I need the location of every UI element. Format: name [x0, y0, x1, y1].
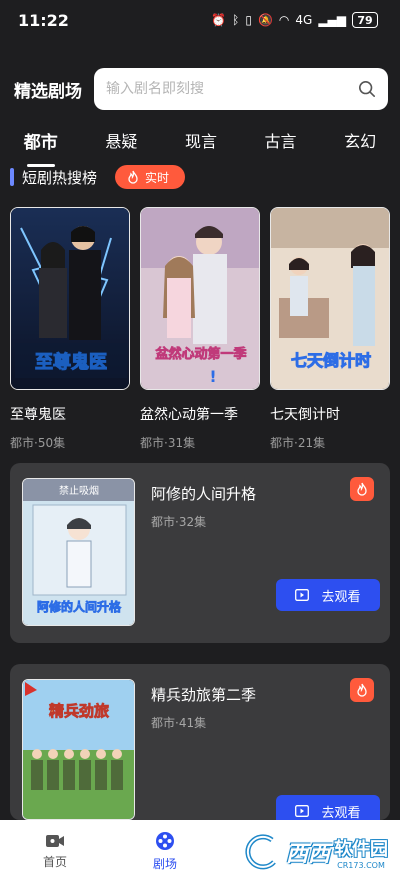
video-camera-icon [46, 834, 64, 847]
flame-icon [357, 683, 367, 697]
tab-guyan[interactable]: 古言 [259, 120, 303, 160]
watermark-logo-icon [245, 834, 276, 870]
tab-xuanyi[interactable]: 悬疑 [99, 120, 143, 160]
poster-title-text: 阿修的人间升格 [37, 599, 122, 614]
status-time: 11:22 [18, 10, 69, 30]
nav-item-home[interactable]: 首页 [0, 833, 110, 870]
page-title: 精选剧场 [14, 81, 82, 102]
category-tabs: 都市 悬疑 现言 古言 玄幻 [0, 118, 400, 162]
drama-poster[interactable]: 盆然心动第一季 ! [140, 207, 260, 390]
drama-poster[interactable]: 禁止吸烟 阿修的人间升格 [22, 478, 135, 626]
poster-title-text: 七天倒计时 [291, 351, 371, 370]
status-icons: ⏰ ᛒ ▯ 🔕 ◠ 4G ▂▄▆ 79 [211, 12, 378, 28]
drama-title[interactable]: 阿修的人间升格 [151, 483, 256, 504]
alarm-icon: ⏰ [211, 13, 227, 27]
hot-flame-badge [350, 678, 374, 702]
drama-title[interactable]: 精兵劲旅第二季 [151, 684, 256, 705]
drama-poster[interactable]: 精兵劲旅 [22, 679, 135, 820]
drama-title[interactable]: 至尊鬼医 [10, 404, 130, 424]
mute-icon: 🔕 [257, 13, 273, 27]
play-icon [295, 589, 310, 601]
poster-title-text: 至尊鬼医 [35, 351, 107, 373]
tab-dushi[interactable]: 都市 [18, 120, 64, 161]
drama-poster[interactable]: 七天倒计时 [270, 207, 390, 390]
flame-icon [128, 170, 138, 184]
film-reel-icon [156, 831, 174, 850]
svg-text:!: ! [209, 367, 216, 386]
realtime-badge-label: 实时 [145, 170, 170, 185]
hot-drama-card[interactable]: 盆然心动第一季 ! 盆然心动第一季 都市·31集 [140, 207, 260, 451]
flame-icon [357, 482, 367, 496]
bluetooth-icon: ᛒ [232, 13, 240, 27]
hot-search-header: 短剧热搜榜 实时 [10, 164, 186, 190]
realtime-badge[interactable]: 实时 [115, 165, 186, 189]
watermark-domain-text: CR173.COM [337, 860, 385, 870]
watch-button[interactable]: 去观看 [276, 579, 380, 611]
hot-drama-list: 至尊鬼医 至尊鬼医 都市·50集 盆然心动第一季 ! 盆然心动第一季 都市·31… [10, 207, 390, 451]
search-bar[interactable] [94, 68, 388, 110]
section-title: 短剧热搜榜 [22, 168, 98, 187]
poster-sign-text: 禁止吸烟 [59, 484, 99, 497]
nav-item-label: 剧场 [152, 856, 177, 871]
drama-meta: 都市·41集 [151, 716, 207, 730]
wifi-icon: ◠ [278, 13, 290, 27]
drama-meta: 都市·21集 [270, 436, 326, 450]
drama-title[interactable]: 盆然心动第一季 [140, 404, 260, 424]
vibrate-icon: ▯ [245, 13, 252, 27]
status-bar: 11:22 ⏰ ᛒ ▯ 🔕 ◠ 4G ▂▄▆ 79 [0, 0, 400, 40]
watch-button-label: 去观看 [321, 589, 361, 605]
nav-item-theater[interactable]: 剧场 [110, 831, 220, 872]
header: 精选剧场 [0, 66, 400, 112]
signal-label: 4G [295, 13, 313, 27]
drama-list-card[interactable]: 禁止吸烟 阿修的人间升格 阿修的人间升格 都市·32集 去观看 [10, 463, 390, 643]
drama-meta: 都市·31集 [140, 436, 196, 450]
search-icon[interactable] [358, 80, 376, 98]
battery-indicator: 79 [352, 12, 378, 28]
watermark-brand-text: 软件园 [334, 838, 388, 860]
poster-title-text: 盆然心动第一季 [154, 346, 246, 362]
hot-drama-card[interactable]: 至尊鬼医 至尊鬼医 都市·50集 [10, 207, 130, 451]
search-input[interactable] [106, 81, 358, 97]
drama-title[interactable]: 七天倒计时 [270, 404, 390, 424]
drama-meta: 都市·32集 [151, 515, 207, 529]
play-icon [295, 805, 310, 817]
signal-icon: ▂▄▆ [318, 13, 346, 27]
tab-xuanhuan[interactable]: 玄幻 [338, 120, 382, 160]
section-accent-bar [10, 168, 14, 186]
poster-title-text: 精兵劲旅 [49, 702, 109, 720]
site-watermark: 西西 软件园 CR173.COM [242, 830, 388, 874]
watermark-main-text: 西西 [285, 842, 330, 867]
tab-xianyan[interactable]: 现言 [179, 120, 223, 160]
watch-button-label: 去观看 [321, 805, 361, 821]
hot-flame-badge [350, 477, 374, 501]
drama-meta: 都市·50集 [10, 436, 66, 450]
hot-drama-card[interactable]: 七天倒计时 七天倒计时 都市·21集 [270, 207, 390, 451]
nav-item-label: 首页 [42, 854, 67, 869]
drama-list-card[interactable]: 精兵劲旅 精兵劲旅第二季 都市·41集 去观看 [10, 664, 390, 827]
drama-poster[interactable]: 至尊鬼医 [10, 207, 130, 390]
